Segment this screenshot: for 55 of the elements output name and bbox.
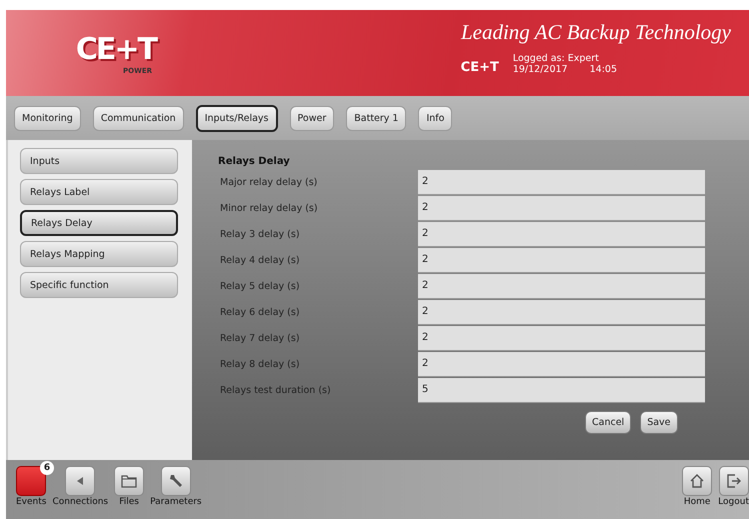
nav-tab[interactable]: Inputs/Relays	[196, 104, 278, 132]
field-label: Relays test duration (s)	[219, 384, 332, 396]
toolbar-label: Home	[684, 497, 710, 507]
toolbar-label: Events	[16, 497, 46, 507]
section-title: Relays Delay	[218, 156, 291, 167]
input-field[interactable]: 2	[418, 170, 705, 194]
field-label: Relay 7 delay (s)	[219, 332, 301, 344]
notification-badge: 6	[40, 461, 54, 475]
input-field[interactable]: 2	[418, 222, 705, 246]
site-name: CE+T	[460, 60, 499, 75]
nav-tab[interactable]: Battery 1	[346, 106, 406, 130]
time-text: 14:05	[590, 64, 617, 75]
toolbar-label: Logout	[718, 497, 749, 507]
wrench-icon	[168, 473, 184, 489]
field-label: Relay 8 delay (s)	[219, 358, 301, 370]
sidebar-item[interactable]: Relays Delay	[20, 210, 178, 236]
field-label: Relay 5 delay (s)	[219, 280, 301, 292]
input-field[interactable]: 2	[418, 248, 705, 272]
toolbar-button[interactable]	[718, 466, 749, 496]
input-field[interactable]: 2	[418, 274, 705, 298]
folder-icon	[121, 474, 138, 488]
toolbar-label: Files	[119, 497, 139, 507]
action-button[interactable]: Save	[640, 411, 678, 434]
sidebar-item[interactable]: Relays Label	[20, 179, 178, 205]
tagline: Leading AC Backup Technology	[460, 20, 731, 45]
nav-tab[interactable]: Monitoring	[14, 106, 81, 130]
logout-icon	[726, 473, 742, 489]
field-label: Minor relay delay (s)	[219, 202, 319, 214]
field-label: Relay 4 delay (s)	[219, 254, 301, 266]
toolbar-button[interactable]	[682, 466, 712, 496]
sidebar-item[interactable]: Specific function	[20, 272, 178, 298]
input-field[interactable]: 2	[418, 300, 705, 324]
input-field[interactable]: 2	[418, 326, 705, 350]
toolbar-button[interactable]	[65, 466, 96, 496]
field-label: Major relay delay (s)	[219, 176, 318, 188]
toolbar-label: Connections	[52, 497, 108, 507]
input-field[interactable]: 2	[418, 196, 705, 220]
toolbar-button[interactable]	[114, 466, 144, 496]
sidebar-item[interactable]: Inputs	[20, 148, 178, 174]
brand-logo: CE+T	[76, 32, 156, 67]
nav-tab[interactable]: Power	[290, 106, 334, 130]
toolbar-button[interactable]	[160, 466, 191, 496]
sidebar-item[interactable]: Relays Mapping	[20, 241, 178, 267]
date-text: 19/12/2017	[512, 64, 568, 75]
action-button[interactable]: Cancel	[585, 411, 632, 434]
events-button[interactable]	[16, 466, 46, 496]
field-label: Relay 6 delay (s)	[219, 306, 301, 318]
toolbar-label: Parameters	[150, 497, 202, 507]
input-field[interactable]: 5	[418, 378, 705, 402]
home-icon	[689, 473, 706, 489]
nav-tab[interactable]: Communication	[92, 106, 184, 130]
login-status: Logged as: Expert	[512, 53, 600, 64]
nav-tab[interactable]: Info	[418, 106, 452, 130]
field-label: Relay 3 delay (s)	[219, 228, 301, 240]
input-field[interactable]: 2	[418, 352, 705, 376]
